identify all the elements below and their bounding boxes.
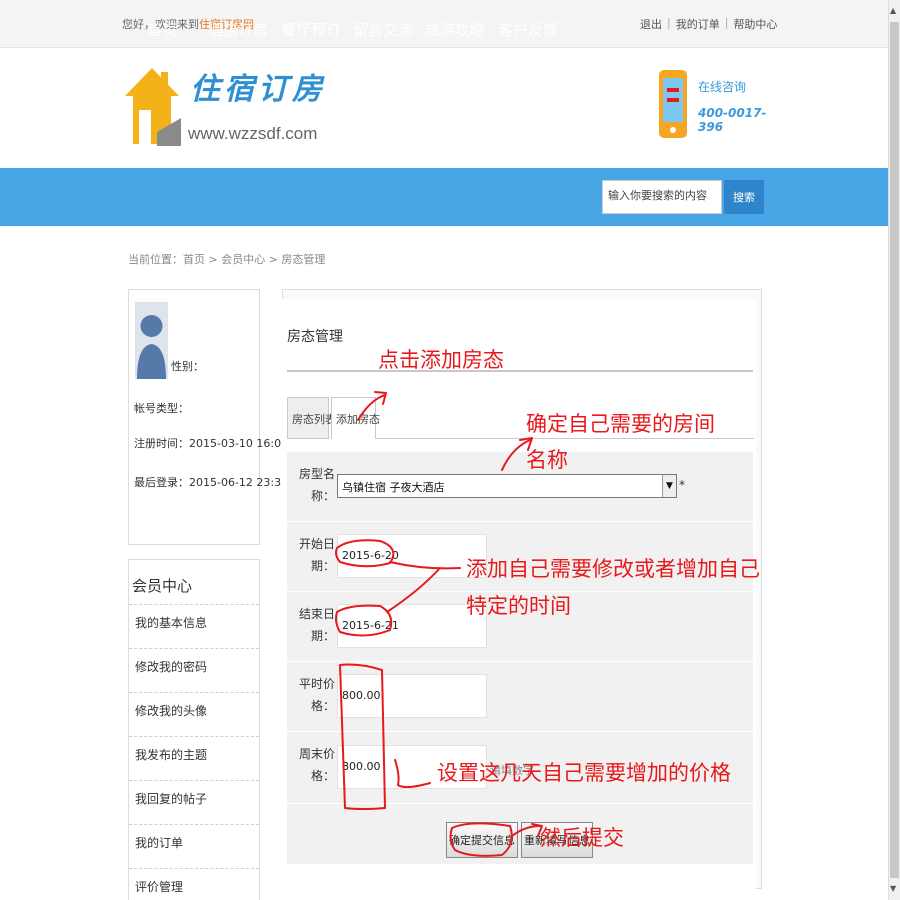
member-center-menu: 会员中心 我的基本信息 修改我的密码 修改我的头像 我发布的主题 我回复的帖子 … [128,559,260,900]
register-time: 注册时间：2015-03-10 16:08 [134,437,289,450]
last-login: 最后登录：2015-06-12 23:35:57 [134,476,306,489]
nav-travel-guide[interactable]: 旅游攻略 [425,19,485,40]
nav-customer-feedback[interactable]: 客户反馈 [498,19,558,40]
scrollbar-thumb[interactable] [890,22,899,878]
breadcrumb: 当前位置：首页 > 会员中心 > 房态管理 [128,253,326,266]
tab-add-room-status[interactable]: 添加房态 [331,397,380,439]
annotation-room-name-1: 确定自己需要的房间 [526,412,715,436]
weekend-price-label: 周末价格： [298,747,335,783]
nav-restaurant-booking[interactable]: 餐厅预订 [281,19,341,40]
online-consult[interactable]: 在线咨询 400-0017-396 [656,68,776,142]
room-type-value: 乌镇住宿 子夜大酒店 [342,481,445,494]
my-orders-link[interactable]: 我的订单 [676,16,720,32]
account-type-label: 帐号类型： [134,402,189,415]
logout-link[interactable]: 退出 [640,16,662,32]
member-center-title: 会员中心 [132,577,193,595]
room-type-select[interactable]: 乌镇住宿 子夜大酒店 ▼ [337,474,677,498]
annotation-prices: 设置这几天自己需要增加的价格 [437,761,731,785]
required-mark: * [679,478,685,492]
nav-home[interactable]: 首页 [147,19,177,40]
annotation-room-name-2: 名称 [526,448,568,472]
menu-change-avatar[interactable]: 修改我的头像 [129,692,259,736]
menu-change-password[interactable]: 修改我的密码 [129,648,259,692]
annotation-submit: 然后提交 [540,826,624,850]
submit-button[interactable]: 确定提交信息 [446,822,518,858]
top-links: 退出 | 我的订单 | 帮助中心 [640,16,777,32]
start-date-input[interactable]: 2015-6-20 [337,534,487,578]
room-type-label: 房型名称： [298,467,335,503]
menu-basic-info[interactable]: 我的基本信息 [129,604,259,648]
phone-icon [659,70,687,138]
annotation-dates-2: 特定的时间 [466,594,571,618]
menu-review-management[interactable]: 评价管理 [129,868,259,900]
end-date-label: 结束日期： [298,607,335,643]
menu-my-orders[interactable]: 我的订单 [129,824,259,868]
gender-label: 性别： [171,360,204,373]
page-title: 房态管理 [287,329,343,345]
consult-label: 在线咨询 [698,80,747,94]
tab-room-status-list[interactable]: 房态列表 [287,397,336,439]
annotation-dates-1: 添加自己需要修改或者增加自己 [466,557,760,581]
house-logo-icon[interactable] [123,66,181,148]
scroll-up-arrow-icon[interactable]: ▲ [890,6,896,15]
user-silhouette-icon [135,302,168,379]
menu-my-topics[interactable]: 我发布的主题 [129,736,259,780]
chevron-down-icon[interactable]: ▼ [662,475,676,497]
menu-my-replies[interactable]: 我回复的帖子 [129,780,259,824]
nav-hotel-booking[interactable]: 酒店订房 [208,19,268,40]
search-input[interactable]: 输入你要搜索的内容 [602,180,722,214]
avatar[interactable] [135,302,168,379]
title-divider [287,370,753,372]
scroll-down-arrow-icon[interactable]: ▼ [890,884,896,893]
start-date-label: 开始日期： [298,537,335,573]
link-separator: | [724,16,729,29]
logo-text[interactable]: 住宿订房 [190,64,326,108]
annotation-click-add: 点击添加房态 [378,348,504,372]
tab-divider [376,438,754,439]
end-date-input[interactable]: 2015-6-21 [337,604,487,648]
help-center-link[interactable]: 帮助中心 [733,16,777,32]
profile-card: 性别： 帐号类型： 注册时间：2015-03-10 16:08 最后登录：201… [128,289,306,545]
logo-url: www.wzzsdf.com [188,124,318,143]
consult-phone: 400-0017-396 [698,106,767,134]
nav-message-board[interactable]: 留言交流 [353,19,413,40]
weekday-price-input[interactable]: 800.00 [337,674,487,718]
link-separator: | [667,16,671,29]
search-button[interactable]: 搜索 [724,180,764,214]
weekday-price-label: 平时价格： [298,677,335,713]
